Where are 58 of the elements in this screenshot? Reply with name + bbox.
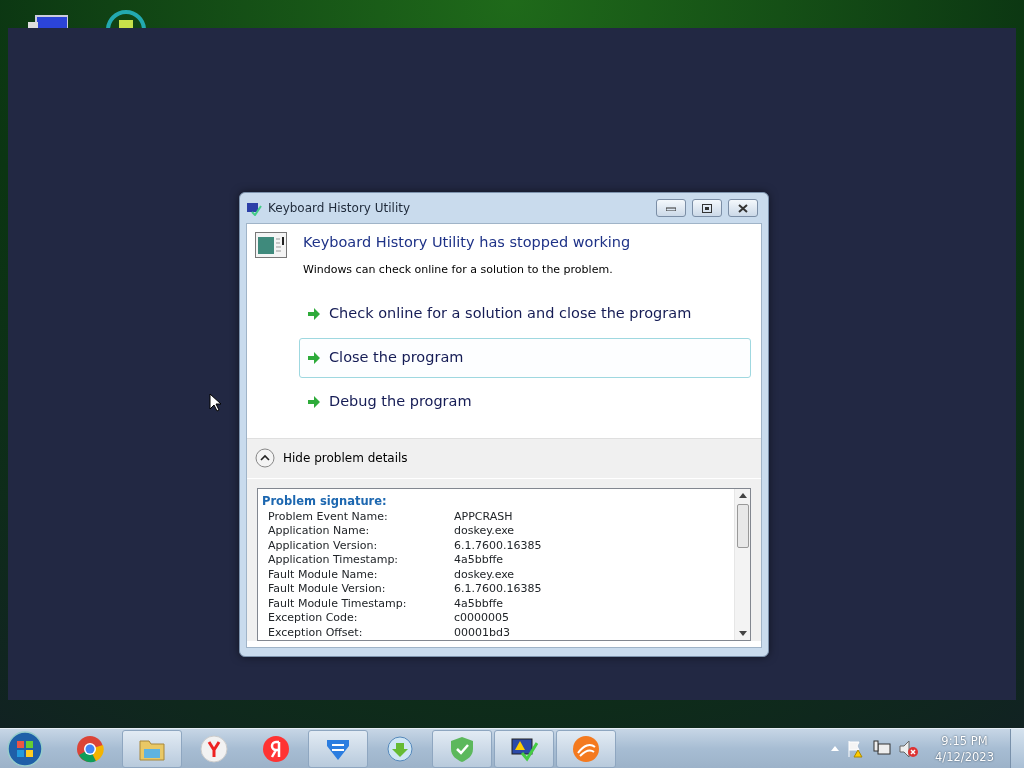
show-desktop-button[interactable] (1010, 728, 1024, 768)
detail-label: Application Version: (268, 538, 379, 554)
detail-value: c0000005 (454, 611, 510, 626)
command-link[interactable]: Check online for a solution and close the program (299, 294, 751, 334)
detail-label: Fault Module Name: (268, 567, 379, 583)
close-button[interactable] (728, 199, 758, 217)
detail-label: Fault Module Timestamp: (268, 596, 408, 612)
taskbar-button[interactable] (308, 729, 368, 768)
start-button[interactable] (6, 729, 44, 768)
ring-icon[interactable] (104, 8, 148, 28)
minimize-button[interactable] (656, 199, 686, 217)
detail-label: Application Timestamp: (268, 553, 400, 568)
taskbar-button[interactable] (494, 729, 554, 768)
swoosh-logo-icon (572, 734, 600, 763)
scroll-thumb[interactable] (736, 503, 749, 548)
arrow-icon (307, 308, 321, 321)
network-icon[interactable] (873, 739, 892, 758)
browser-icon (262, 734, 290, 763)
app-icon (246, 200, 262, 216)
browser-icon (76, 734, 104, 763)
flag-warning-icon[interactable] (847, 739, 866, 758)
detail-value: 4a5bbffe (454, 553, 504, 568)
detail-label: Fault Module Version: (268, 582, 387, 597)
speaker-muted-icon[interactable] (899, 739, 920, 758)
command-link[interactable]: Debug the program (299, 381, 751, 422)
detail-value: APPCRASH (454, 509, 513, 525)
detail-value: doskey.exe (454, 524, 515, 539)
detail-label: Problem Event Name: (268, 509, 389, 525)
error-message: Windows can check online for a solution to the problem. (303, 261, 614, 278)
details-heading: Problem signature: (262, 492, 388, 510)
detail-label: Exception Offset: (268, 625, 364, 641)
tray-expand-icon[interactable] (831, 746, 840, 751)
detail-label: Exception Code: (268, 611, 359, 626)
minimize-icon (666, 205, 676, 211)
window-title: Keyboard History Utility (268, 200, 412, 217)
browser-icon (200, 734, 228, 763)
detail-value: doskey.exe (454, 567, 515, 583)
maximize-icon (702, 203, 712, 213)
close-icon (738, 203, 748, 213)
download-icon (386, 734, 414, 763)
scroll-down-icon[interactable] (738, 631, 747, 637)
scrollbar[interactable] (734, 488, 750, 641)
detail-value: 4a5bbffe (454, 596, 504, 612)
maximize-button[interactable] (692, 199, 722, 217)
detail-label: Application Name: (268, 524, 371, 539)
arrow-icon (307, 351, 321, 364)
shield-icon (448, 734, 476, 763)
arrow-icon (307, 395, 321, 408)
scroll-up-icon[interactable] (738, 492, 747, 498)
details-toggle[interactable]: Hide problem details (255, 448, 408, 468)
document-icon (255, 232, 287, 258)
detail-value: 00001bd3 (454, 625, 510, 641)
detail-value: 6.1.7600.16385 (454, 538, 542, 554)
error-heading: Keyboard History Utility has stopped working (303, 233, 631, 252)
mouse-cursor-icon (209, 393, 221, 412)
detail-value: 6.1.7600.16385 (454, 582, 542, 597)
command-link[interactable]: Close the program (299, 338, 751, 378)
collapse-chevron-icon (255, 448, 275, 468)
